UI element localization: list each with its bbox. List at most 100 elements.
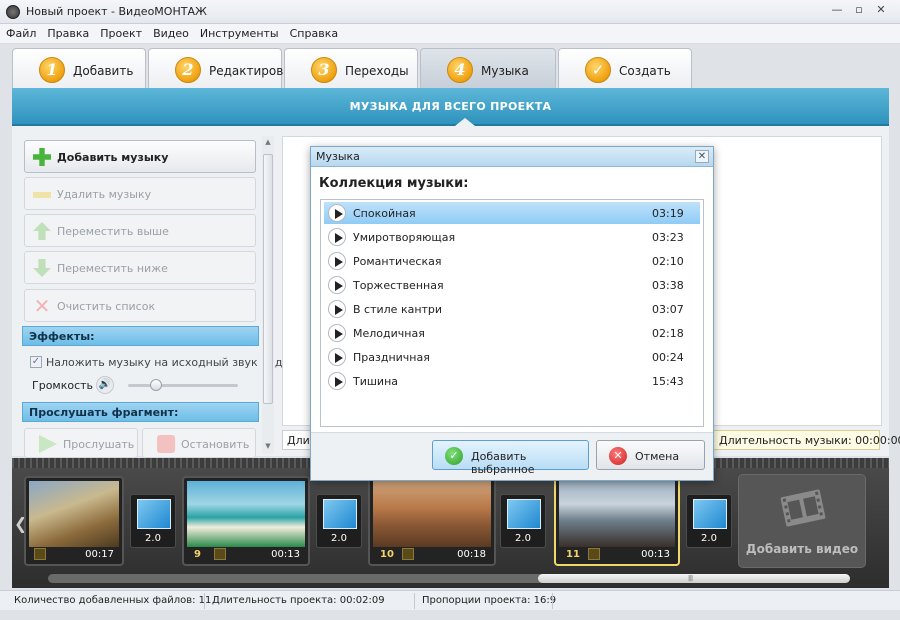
menu-file[interactable]: Файл [0, 24, 41, 40]
clip-duration: 00:17 [85, 549, 114, 560]
maximize-icon[interactable]: ▫ [848, 2, 870, 18]
play-icon[interactable] [328, 252, 346, 270]
check-icon: ✓ [445, 447, 463, 465]
tab-transitions[interactable]: 3 Переходы [284, 48, 418, 90]
transition-duration: 2.0 [515, 533, 531, 544]
clear-list-label: Очистить список [57, 300, 156, 313]
status-divider [552, 593, 553, 609]
track-name: Спокойная [353, 207, 416, 220]
stop-button[interactable]: Остановить [142, 428, 256, 458]
move-down-button[interactable]: Переместить ниже [24, 251, 256, 284]
scrollbar-thumb[interactable] [263, 154, 273, 404]
volume-slider-thumb[interactable] [150, 379, 162, 391]
track-row[interactable]: Тишина 15:43 [324, 370, 700, 392]
checkmark-icon: ✓ [585, 57, 611, 83]
tab-edit[interactable]: 2 Редактировать [148, 48, 305, 90]
status-project-duration: Длительность проекта: 00:02:09 [212, 595, 385, 606]
clip-duration: 00:13 [271, 549, 300, 560]
transition-duration: 2.0 [331, 533, 347, 544]
play-icon[interactable] [328, 300, 346, 318]
cancel-button[interactable]: ✕ Отмена [596, 440, 705, 470]
track-row[interactable]: Мелодичная 02:18 [324, 322, 700, 344]
menu-project[interactable]: Проект [94, 24, 147, 40]
menu-tools[interactable]: Инструменты [194, 24, 284, 40]
clear-list-button[interactable]: ✕ Очистить список [24, 289, 256, 322]
play-icon[interactable] [328, 204, 346, 222]
overlay-checkbox[interactable]: ✓ [30, 356, 42, 368]
status-divider [204, 593, 205, 609]
move-up-label: Переместить выше [57, 225, 169, 238]
play-icon[interactable] [328, 276, 346, 294]
track-row[interactable]: В стиле кантри 03:07 [324, 298, 700, 320]
title-bar: Новый проект - ВидеоМОНТАЖ — ▫ ✕ [0, 0, 900, 24]
window-bottom [0, 610, 900, 620]
timeline-clip-selected[interactable]: 11 00:13 [554, 476, 680, 566]
transition-duration: 2.0 [701, 533, 717, 544]
timeline-scrollbar[interactable]: |||| [48, 574, 850, 583]
clip-index: 10 [380, 549, 394, 560]
track-name: Торжественная [353, 279, 444, 292]
tab-music[interactable]: 4 Музыка [420, 48, 556, 90]
track-row[interactable]: Романтическая 02:10 [324, 250, 700, 272]
track-name: Мелодичная [353, 327, 425, 340]
transition-slot[interactable]: 2.0 [686, 494, 732, 548]
remove-music-button[interactable]: Удалить музыку [24, 177, 256, 210]
cancel-icon: ✕ [609, 447, 627, 465]
left-panel-scrollbar[interactable]: ▲ ▼ [262, 136, 274, 454]
track-row[interactable]: Праздничная 00:24 [324, 346, 700, 368]
timeline-scrollbar-thumb[interactable]: |||| [538, 574, 850, 583]
dialog-title-bar: Музыка ✕ [311, 147, 713, 167]
play-icon [39, 435, 57, 453]
dialog-title: Музыка [316, 150, 360, 163]
track-name: Умиротворяющая [353, 231, 456, 244]
music-collection-dialog: Музыка ✕ Коллекция музыки: Спокойная 03:1… [310, 146, 714, 481]
timeline-clip[interactable]: 10 00:18 [368, 476, 496, 566]
track-row[interactable]: Торжественная 03:38 [324, 274, 700, 296]
tab-label: Добавить [73, 64, 134, 78]
arrow-down-icon [33, 259, 51, 277]
add-video-button[interactable]: Добавить видео [738, 474, 866, 568]
track-row[interactable]: Умиротворяющая 03:23 [324, 226, 700, 248]
play-icon[interactable] [328, 348, 346, 366]
minimize-icon[interactable]: — [826, 2, 848, 18]
scroll-down-icon[interactable]: ▼ [264, 442, 272, 450]
menu-edit[interactable]: Правка [41, 24, 94, 40]
effects-title: Эффекты: [29, 330, 95, 343]
pencil-icon[interactable] [214, 548, 226, 560]
volume-slider[interactable] [128, 379, 238, 391]
listen-label: Прослушать [63, 438, 135, 451]
move-up-button[interactable]: Переместить выше [24, 214, 256, 247]
status-aspect-ratio: Пропорции проекта: 16:9 [422, 595, 557, 606]
dialog-close-icon[interactable]: ✕ [695, 150, 709, 163]
timeline-clip[interactable]: 00:17 [24, 476, 124, 566]
close-icon[interactable]: ✕ [870, 2, 892, 18]
listen-button[interactable]: Прослушать [24, 428, 138, 458]
menu-help[interactable]: Справка [284, 24, 343, 40]
menu-video[interactable]: Видео [147, 24, 194, 40]
transition-slot[interactable]: 2.0 [130, 494, 176, 548]
play-icon[interactable] [328, 324, 346, 342]
track-row[interactable]: Спокойная 03:19 [324, 202, 700, 224]
pencil-icon[interactable] [34, 548, 46, 560]
pencil-icon[interactable] [588, 548, 600, 560]
tab-add[interactable]: 1 Добавить [12, 48, 146, 90]
play-icon[interactable] [328, 228, 346, 246]
timeline-clip[interactable]: 9 00:13 [182, 476, 310, 566]
track-name: Праздничная [353, 351, 430, 364]
add-music-button[interactable]: Добавить музыку [24, 140, 256, 173]
transition-slot[interactable]: 2.0 [500, 494, 546, 548]
effects-section-header: Эффекты: [22, 326, 259, 346]
scroll-up-icon[interactable]: ▲ [264, 138, 272, 146]
clip-duration: 00:13 [641, 549, 670, 560]
status-divider [414, 593, 415, 609]
step-2-icon: 2 [175, 57, 201, 83]
tab-create[interactable]: ✓ Создать [558, 48, 692, 90]
play-icon[interactable] [328, 372, 346, 390]
pencil-icon[interactable] [402, 548, 414, 560]
speaker-icon[interactable]: 🔊 [96, 376, 114, 394]
duration-field-left: Дли [282, 430, 312, 450]
add-video-label: Добавить видео [745, 542, 859, 556]
add-selected-button[interactable]: ✓ Добавить выбранное [432, 440, 589, 476]
window-title: Новый проект - ВидеоМОНТАЖ [26, 5, 207, 18]
transition-slot[interactable]: 2.0 [316, 494, 362, 548]
